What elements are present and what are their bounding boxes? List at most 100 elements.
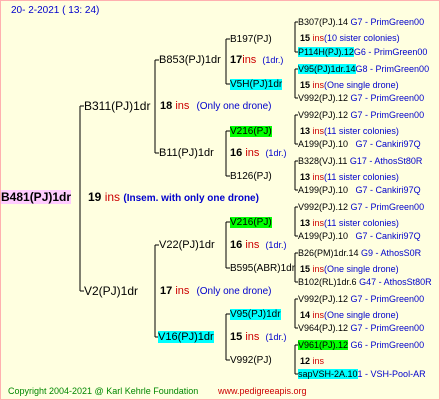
gen3-info-num-5: 13 [300, 218, 311, 228]
gen3-label-5: V216(PJ) [230, 217, 272, 228]
gen2-note-4: (1dr.) [265, 332, 287, 342]
gen4-name-3: V95(PJ)1dr.14 [298, 64, 356, 74]
gen3-info-ins-7: ins [312, 310, 325, 320]
gen3-info-num-4: 13 [300, 172, 311, 182]
gen4-name-13: V992(PJ).12 [298, 294, 349, 304]
gen4-name-4: V992(PJ).12 [298, 93, 349, 103]
gen3-info-6: 15 ins(One single drone) [300, 263, 399, 276]
gen3-info-num-3: 13 [300, 126, 311, 136]
gen3-node-5[interactable]: V216(PJ) [230, 216, 272, 229]
gen4-entry-16[interactable]: sapVSH-2A.101 - VSH-Pool-AR [298, 368, 426, 381]
gen4-src-12: G47 - AthosSt80R [359, 277, 432, 287]
gen3-info-note-4: (11 sister colonies) [324, 172, 399, 182]
gen4-src-8: G7 - Cankiri97Q [355, 185, 421, 195]
gen3-node-3[interactable]: V216(PJ) [230, 125, 272, 138]
root-note: (Insem. with only one drone) [123, 193, 259, 204]
gen4-src-14: G7 - PrimGreen00 [350, 323, 425, 333]
gen3-info-ins-5: ins [312, 218, 325, 228]
gen3-info-7: 14 ins(One single drone) [300, 309, 399, 322]
gen3-info-num-8: 12 [300, 356, 311, 366]
gen4-entry-3[interactable]: V95(PJ)1dr.14G8 - PrimGreen00 [298, 63, 429, 76]
gen2-ins-4: ins [245, 331, 260, 343]
gen2-num-1: 17 [230, 54, 243, 66]
gen3-info-ins-4: ins [312, 172, 325, 182]
gen3-info-8: 12 ins [300, 355, 324, 368]
gen2-label-2: B11(PJ)1dr [159, 147, 214, 159]
gen4-src-7: G17 - AthosSt80R [349, 156, 423, 166]
gen4-src-13: G7 - PrimGreen00 [350, 294, 425, 304]
gen4-entry-2[interactable]: P114H(PJ).12G6 - PrimGreen00 [298, 46, 427, 59]
gen4-entry-12[interactable]: B102(RL)1dr.6 G47 - AthosSt80R [298, 276, 432, 289]
gen4-entry-9[interactable]: V992(PJ).12 G7 - PrimGreen00 [298, 201, 424, 214]
gen2-note-2: (1dr.) [265, 148, 287, 158]
gen2-label-3: V22(PJ)1dr [159, 239, 215, 251]
gen1-info-2: 17 ins (Only one drone) [160, 285, 271, 298]
footer-copyright: Copyright 2004-2021 @ Karl Kehrle Founda… [8, 386, 199, 396]
gen1-note-1: (Only one drone) [196, 101, 272, 112]
gen2-node-1[interactable]: B853(PJ)1dr [159, 54, 221, 67]
gen3-label-3: V216(PJ) [230, 126, 272, 137]
gen3-info-5: 13 ins(11 sister colonies) [300, 217, 399, 230]
gen4-entry-6[interactable]: A199(PJ).10 G7 - Cankiri97Q [298, 138, 421, 151]
gen3-label-8: V992(PJ) [230, 355, 272, 366]
gen2-ins-1: ins [242, 54, 257, 66]
gen4-name-9: V992(PJ).12 [298, 202, 349, 212]
gen3-info-note-5: (11 sister colonies) [324, 218, 399, 228]
gen2-num-4: 15 [230, 331, 243, 343]
gen4-src-15: G6 - PrimGreen00 [350, 340, 425, 350]
gen4-src-3: G8 - PrimGreen00 [355, 64, 430, 74]
gen3-node-1[interactable]: B197(PJ) [230, 33, 272, 46]
root-num: 19 [88, 190, 102, 204]
gen3-info-note-6: (One single drone) [324, 264, 399, 274]
gen4-src-1: G7 - PrimGreen00 [350, 17, 425, 27]
gen3-label-4: B126(PJ) [230, 171, 272, 182]
gen4-name-15: V961(PJ).12 [298, 340, 349, 350]
gen4-entry-14[interactable]: V964(PJ).12 G7 - PrimGreen00 [298, 322, 424, 335]
gen1-node-2[interactable]: V2(PJ)1dr [84, 285, 138, 298]
gen4-name-5: V992(PJ).12 [298, 110, 349, 120]
gen2-info-1: 17ins (1dr.) [230, 54, 283, 67]
gen3-info-num-2: 15 [300, 80, 311, 90]
gen3-info-ins-1: ins [312, 33, 325, 43]
gen4-entry-7[interactable]: B328(VJ).11 G17 - AthosSt80R [298, 155, 422, 168]
gen2-node-2[interactable]: B11(PJ)1dr [159, 147, 214, 160]
gen4-entry-4[interactable]: V992(PJ).12 G7 - PrimGreen00 [298, 92, 424, 105]
gen4-entry-5[interactable]: V992(PJ).12 G7 - PrimGreen00 [298, 109, 424, 122]
gen4-entry-13[interactable]: V992(PJ).12 G7 - PrimGreen00 [298, 293, 424, 306]
gen4-entry-1[interactable]: B307(PJ).14 G7 - PrimGreen00 [298, 16, 424, 29]
gen1-num-1: 18 [160, 100, 173, 112]
gen4-src-10: G7 - Cankiri97Q [355, 231, 421, 241]
gen2-node-4[interactable]: V16(PJ)1dr [158, 331, 214, 344]
gen3-node-6[interactable]: B595(ABR)1dr [230, 262, 295, 275]
gen4-entry-8[interactable]: A199(PJ).10 G7 - Cankiri97Q [298, 184, 421, 197]
gen4-name-2: P114H(PJ).12 [298, 47, 354, 57]
gen4-entry-15[interactable]: V961(PJ).12 G6 - PrimGreen00 [298, 339, 424, 352]
gen4-entry-11[interactable]: B26(PM)1dr.14 G9 - AthosS0R [298, 247, 421, 260]
gen3-info-note-7: (One single drone) [324, 310, 399, 320]
gen3-node-2[interactable]: V5H(PJ)1dr [230, 78, 283, 91]
gen3-label-1: B197(PJ) [230, 34, 272, 45]
gen4-name-8: A199(PJ).10 [298, 185, 349, 195]
gen3-node-7[interactable]: V95(PJ)1dr [230, 308, 281, 321]
gen3-label-7: V95(PJ)1dr [230, 309, 281, 320]
gen2-note-3: (1dr.) [265, 240, 287, 250]
gen3-node-4[interactable]: B126(PJ) [230, 170, 272, 183]
gen4-name-11: B26(PM)1dr.14 [298, 248, 359, 258]
gen3-info-4: 13 ins(11 sister colonies) [300, 171, 399, 184]
gen2-num-2: 16 [230, 147, 243, 159]
root-node[interactable]: B481(PJ)1dr [1, 190, 72, 204]
gen3-info-note-3: (11 sister colonies) [324, 126, 399, 136]
footer-url-link[interactable]: www.pedigreeapis.org [218, 385, 307, 398]
gen2-node-3[interactable]: V22(PJ)1dr [159, 239, 215, 252]
gen1-node-1[interactable]: B311(PJ)1dr [84, 100, 150, 113]
gen3-info-ins-8: ins [312, 356, 325, 366]
root-ins: ins [104, 190, 121, 204]
root-label: B481(PJ)1dr [1, 190, 72, 204]
gen3-info-note-1: (10 sister colonies) [324, 33, 400, 43]
gen4-src-9: G7 - PrimGreen00 [350, 202, 425, 212]
gen4-name-10: A199(PJ).10 [298, 231, 349, 241]
gen4-entry-10[interactable]: A199(PJ).10 G7 - Cankiri97Q [298, 230, 421, 243]
gen4-name-16: sapVSH-2A.10 [298, 369, 358, 379]
gen3-node-8[interactable]: V992(PJ) [230, 354, 272, 367]
gen1-label-1: B311(PJ)1dr [84, 99, 151, 113]
